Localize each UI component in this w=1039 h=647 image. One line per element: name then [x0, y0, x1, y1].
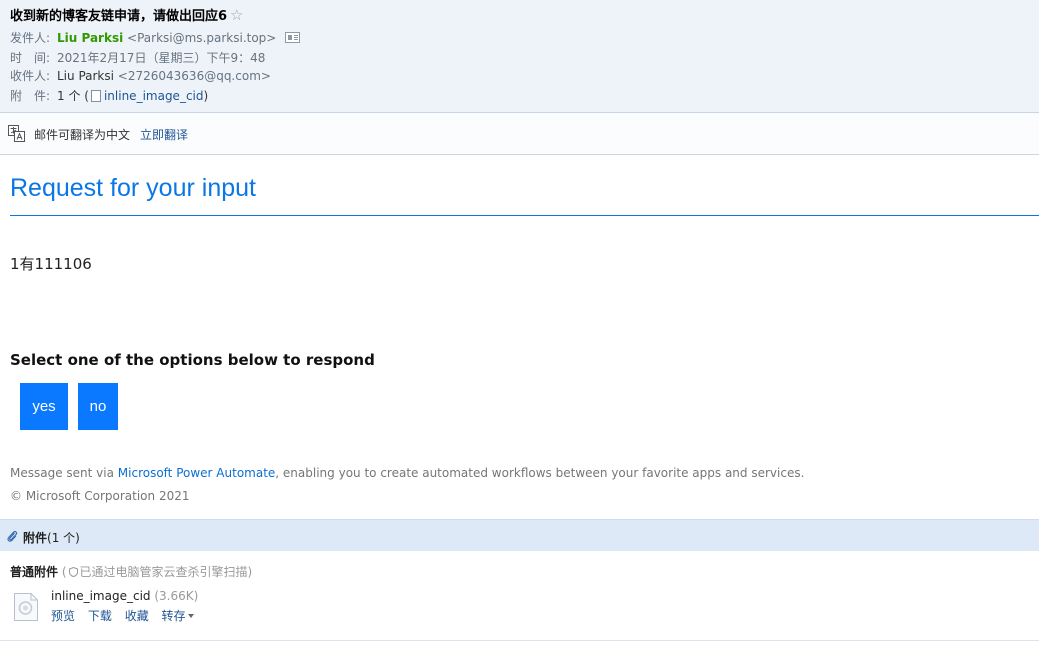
file-actions: 预览 下载 收藏 转存: [51, 607, 203, 624]
attachments-header: 附件(1 个): [0, 519, 1039, 551]
attachments-label: 附件: [23, 531, 48, 545]
translate-now-link[interactable]: 立即翻译: [140, 126, 188, 143]
preview-link[interactable]: 预览: [51, 609, 75, 623]
save-to-dropdown[interactable]: 转存: [162, 609, 194, 623]
scan-paren-open: (: [58, 565, 67, 579]
normal-attachments-label: 普通附件 ( 已通过电脑管家云查杀引擎扫描): [10, 563, 252, 580]
time-label: 时 间:: [10, 51, 51, 65]
recipient-name[interactable]: Liu Parksi: [57, 69, 114, 83]
star-icon[interactable]: ☆: [230, 6, 243, 24]
email-header: 收到新的博客友链申请，请做出回应6 ☆ 发件人: Liu Parksi <Parks…: [0, 0, 1039, 113]
bottom-divider: [0, 640, 1039, 641]
body-text: 1有111106: [10, 255, 92, 273]
attachments-title: 附件(1 个): [23, 529, 80, 546]
attachment-count: 1 个: [57, 89, 81, 103]
sender-name[interactable]: Liu Parksi: [57, 31, 123, 45]
attachment-paren-open: (: [84, 89, 89, 103]
title-divider: [10, 215, 1039, 216]
normal-attachments-title: 普通附件: [10, 565, 59, 579]
time-value: 2021年2月17日（星期三）下午9：48: [57, 51, 266, 65]
attachment-row: 附 件: 1 个 ( inline_image_cid): [10, 87, 208, 105]
no-button[interactable]: no: [78, 383, 118, 430]
from-row: 发件人: Liu Parksi <Parksi@ms.parksi.top>: [10, 29, 301, 47]
shield-icon: [68, 567, 78, 577]
from-label: 发件人:: [10, 31, 51, 45]
power-automate-link[interactable]: Microsoft Power Automate: [118, 466, 276, 480]
yes-button[interactable]: yes: [20, 383, 68, 430]
footer-suffix: , enabling you to create automated workf…: [275, 466, 805, 480]
footer-prefix: Message sent via: [10, 466, 118, 480]
scan-paren-close: ): [247, 565, 253, 579]
subject-text: 收到新的博客友链申请，请做出回应6: [10, 9, 228, 24]
footer-message: Message sent via Microsoft Power Automat…: [10, 466, 804, 480]
recipient-address: <2726043636@qq.com>: [117, 69, 271, 83]
contact-card-icon[interactable]: [285, 32, 301, 43]
paperclip-icon: [7, 531, 18, 542]
download-link[interactable]: 下载: [88, 609, 112, 623]
file-size: (3.66K): [154, 589, 199, 603]
translate-bar: 邮件可翻译为中文 立即翻译: [0, 113, 1039, 155]
favorite-link[interactable]: 收藏: [125, 609, 149, 623]
file-name-text[interactable]: inline_image_cid: [51, 589, 151, 603]
attachment-paren-close: ): [203, 89, 209, 103]
to-row: 收件人: Liu Parksi <2726043636@qq.com>: [10, 67, 271, 85]
copyright-text: © Microsoft Corporation 2021: [10, 489, 190, 503]
attachment-link[interactable]: inline_image_cid: [104, 89, 204, 103]
request-title: Request for your input: [10, 174, 256, 202]
save-to-label[interactable]: 转存: [162, 609, 186, 623]
attachment-file-name[interactable]: inline_image_cid (3.66K): [51, 589, 198, 603]
chevron-down-icon[interactable]: [187, 614, 194, 618]
time-row: 时 间: 2021年2月17日（星期三）下午9：48: [10, 49, 265, 67]
attachment-label: 附 件:: [10, 89, 51, 103]
image-file-icon[interactable]: [13, 592, 39, 622]
email-subject: 收到新的博客友链申请，请做出回应6 ☆: [10, 5, 244, 24]
document-icon: [90, 90, 101, 102]
to-label: 收件人:: [10, 69, 51, 83]
respond-prompt: Select one of the options below to respo…: [10, 351, 375, 369]
attachments-count: (1 个): [47, 531, 80, 545]
sender-address: <Parksi@ms.parksi.top>: [127, 31, 277, 45]
translate-icon: [8, 125, 25, 142]
translate-text: 邮件可翻译为中文: [34, 128, 131, 142]
scan-note: 已通过电脑管家云查杀引擎扫描: [79, 565, 248, 579]
